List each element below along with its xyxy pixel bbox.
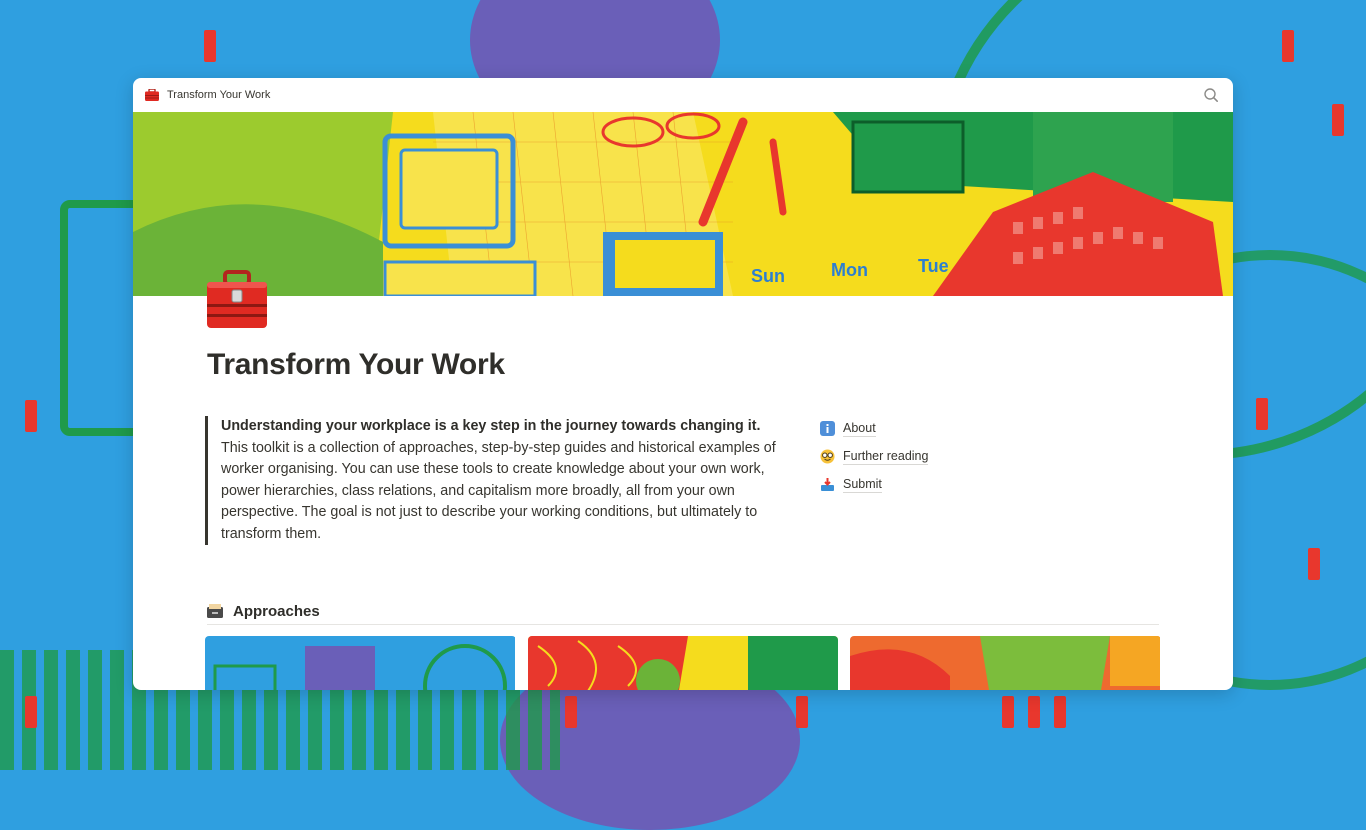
- link-about[interactable]: About: [819, 414, 928, 442]
- toolbox-icon[interactable]: [205, 270, 269, 330]
- cover-day-mon: Mon: [831, 260, 868, 280]
- card-file-box-icon: [207, 604, 223, 618]
- cover-illustration: Sun Mon Tue: [133, 112, 1233, 296]
- page-links: About Further reading Submit: [819, 414, 929, 498]
- info-icon: [819, 420, 835, 436]
- inbox-tray-icon: [819, 476, 835, 492]
- intro-bold-text: Understanding your workplace is a key st…: [221, 418, 761, 434]
- section-approaches: Approaches: [207, 598, 1159, 625]
- link-submit[interactable]: Submit: [819, 470, 928, 498]
- notion-window: Transform Your Work Sun Mon Tue Transfor…: [133, 78, 1233, 690]
- approach-card-3[interactable]: [850, 636, 1161, 690]
- window-title[interactable]: Transform Your Work: [167, 89, 270, 101]
- intro-quote: Understanding your workplace is a key st…: [205, 416, 781, 545]
- cover-day-sun: Sun: [751, 266, 785, 286]
- approach-card-1[interactable]: [205, 636, 516, 690]
- toolbox-icon: [145, 89, 159, 101]
- page-title: Transform Your Work: [207, 348, 505, 381]
- cover-day-tue: Tue: [918, 256, 949, 276]
- section-title: Approaches: [233, 602, 320, 620]
- link-further-reading[interactable]: Further reading: [819, 442, 929, 470]
- cover-image: Sun Mon Tue: [133, 112, 1233, 296]
- link-label[interactable]: About: [843, 420, 876, 437]
- top-bar: Transform Your Work: [133, 78, 1233, 112]
- approaches-gallery: [205, 636, 1161, 690]
- intro-text: This toolkit is a collection of approach…: [221, 439, 776, 542]
- nerd-face-icon: [819, 448, 835, 464]
- search-icon[interactable]: [1203, 87, 1219, 103]
- link-label[interactable]: Further reading: [843, 448, 929, 465]
- link-label[interactable]: Submit: [843, 476, 882, 493]
- approach-card-2[interactable]: [527, 636, 839, 690]
